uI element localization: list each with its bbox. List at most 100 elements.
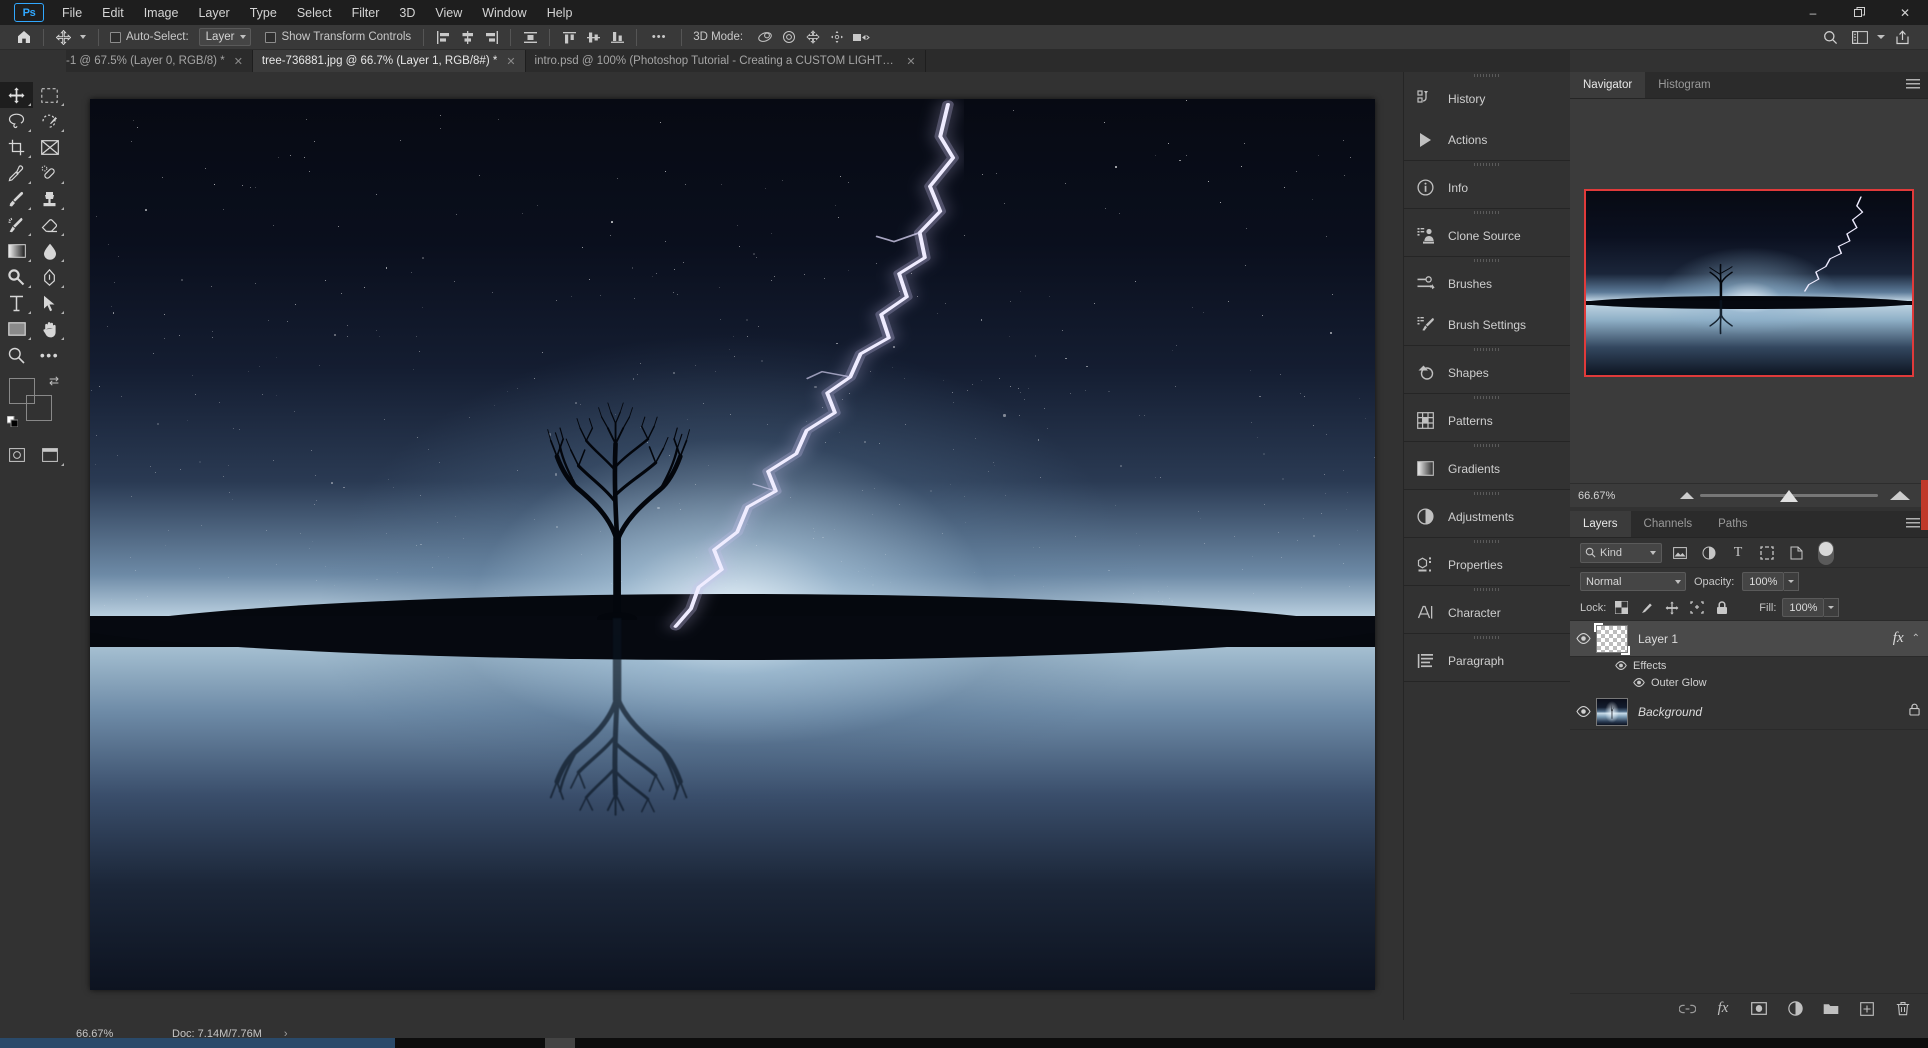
zoom-3d-camera-icon[interactable] xyxy=(849,27,873,48)
hand-tool[interactable] xyxy=(33,316,66,342)
chevron-up-icon[interactable]: ⌃ xyxy=(1912,633,1920,644)
lock-all-icon[interactable] xyxy=(1712,598,1731,617)
menu-file[interactable]: File xyxy=(52,2,92,24)
roll-3d-icon[interactable] xyxy=(777,27,801,48)
maximize-restore-button[interactable] xyxy=(1836,0,1882,25)
screen-mode-icon[interactable] xyxy=(33,442,66,468)
filter-enable-toggle[interactable] xyxy=(1818,540,1834,565)
auto-select-checkbox[interactable] xyxy=(110,31,121,43)
move-tool[interactable] xyxy=(0,82,33,108)
panel-menu-icon[interactable] xyxy=(1906,518,1920,530)
close-icon[interactable]: ✕ xyxy=(234,55,243,68)
history-brush-tool[interactable] xyxy=(0,212,33,238)
lock-transparent-pixels-icon[interactable] xyxy=(1612,598,1631,617)
dock-item-history[interactable]: History xyxy=(1404,78,1570,119)
dodge-tool[interactable] xyxy=(0,264,33,290)
taskbar-active-app[interactable] xyxy=(0,1038,395,1048)
dock-item-actions[interactable]: Actions xyxy=(1404,119,1570,160)
show-transform-checkbox[interactable] xyxy=(265,31,277,43)
lock-position-icon[interactable] xyxy=(1662,598,1681,617)
document-tab[interactable]: intro.psd @ 100% (Photoshop Tutorial - C… xyxy=(525,50,926,72)
eraser-tool[interactable] xyxy=(33,212,66,238)
menu-3d[interactable]: 3D xyxy=(389,2,425,24)
layer-effects-group[interactable]: Effects xyxy=(1570,657,1928,674)
foreground-color-swatch[interactable] xyxy=(9,378,35,404)
layer-thumbnail[interactable] xyxy=(1594,622,1630,655)
menu-type[interactable]: Type xyxy=(240,2,287,24)
tab-histogram[interactable]: Histogram xyxy=(1645,72,1724,98)
dock-item-patterns[interactable]: Patterns xyxy=(1404,400,1570,441)
tool-preset-chevron-icon[interactable] xyxy=(75,27,91,48)
panel-drag-grip[interactable] xyxy=(1474,74,1500,77)
menu-image[interactable]: Image xyxy=(134,2,189,24)
tab-layers[interactable]: Layers xyxy=(1570,511,1631,537)
delete-layer-icon[interactable] xyxy=(1894,1000,1912,1018)
new-layer-icon[interactable] xyxy=(1858,1000,1876,1018)
minimize-button[interactable]: – xyxy=(1790,0,1836,25)
swap-colors-icon[interactable]: ⇄ xyxy=(49,374,59,388)
fill-slider-chevron-icon[interactable] xyxy=(1824,598,1840,617)
object-selection-tool[interactable] xyxy=(33,108,66,134)
clone-stamp-tool[interactable] xyxy=(33,186,66,212)
taskbar-app[interactable] xyxy=(545,1038,575,1048)
zoom-out-triangle-icon[interactable] xyxy=(1680,492,1694,499)
tab-navigator[interactable]: Navigator xyxy=(1570,72,1646,98)
eyedropper-tool[interactable] xyxy=(0,160,33,186)
workspace-icon[interactable] xyxy=(1848,27,1872,48)
search-icon[interactable] xyxy=(1818,27,1842,48)
menu-filter[interactable]: Filter xyxy=(342,2,390,24)
document-canvas[interactable] xyxy=(90,99,1375,990)
slide-3d-icon[interactable] xyxy=(825,27,849,48)
pan-3d-icon[interactable] xyxy=(801,27,825,48)
gradient-tool[interactable] xyxy=(0,238,33,264)
panel-drag-grip[interactable] xyxy=(1474,211,1500,214)
align-right-icon[interactable] xyxy=(479,27,503,48)
zoom-tool[interactable] xyxy=(0,342,33,368)
dock-item-brushes[interactable]: Brushes xyxy=(1404,263,1570,304)
effects-visibility-toggle[interactable] xyxy=(1614,660,1628,671)
close-button[interactable]: ✕ xyxy=(1882,0,1928,25)
dock-item-brush-settings[interactable]: Brush Settings xyxy=(1404,304,1570,345)
layer-visibility-toggle[interactable] xyxy=(1570,633,1596,644)
opacity-slider-chevron-icon[interactable] xyxy=(1784,572,1800,591)
align-middle-vertical-icon[interactable] xyxy=(581,27,605,48)
layer-row[interactable]: Layer 1 fx ⌃ xyxy=(1570,621,1928,657)
pixel-layer-filter-icon[interactable] xyxy=(1669,543,1691,563)
lasso-tool[interactable] xyxy=(0,108,33,134)
auto-select-scope-dropdown[interactable]: Layer xyxy=(198,28,252,46)
menu-help[interactable]: Help xyxy=(537,2,583,24)
close-icon[interactable]: ✕ xyxy=(506,55,515,68)
align-left-icon[interactable] xyxy=(431,27,455,48)
add-layer-style-icon[interactable]: fx xyxy=(1714,1000,1732,1018)
add-layer-mask-icon[interactable] xyxy=(1750,1000,1768,1018)
dock-item-gradients[interactable]: Gradients xyxy=(1404,448,1570,489)
panel-drag-grip[interactable] xyxy=(1474,444,1500,447)
panel-drag-grip[interactable] xyxy=(1474,259,1500,262)
distribute-horizontal-icon[interactable] xyxy=(518,27,542,48)
navigator-zoom-slider[interactable] xyxy=(1632,484,1928,508)
panel-drag-grip[interactable] xyxy=(1474,396,1500,399)
dock-item-paragraph[interactable]: Paragraph xyxy=(1404,640,1570,681)
align-bottom-icon[interactable] xyxy=(605,27,629,48)
new-group-icon[interactable] xyxy=(1822,1000,1840,1018)
navigator-thumbnail[interactable] xyxy=(1584,189,1914,377)
dock-item-adjustments[interactable]: Adjustments xyxy=(1404,496,1570,537)
layer-row[interactable]: Background xyxy=(1570,694,1928,730)
fill-value[interactable]: 100% xyxy=(1782,598,1825,617)
dock-item-shapes[interactable]: Shapes xyxy=(1404,352,1570,393)
lock-artboard-nesting-icon[interactable] xyxy=(1687,598,1706,617)
menu-edit[interactable]: Edit xyxy=(92,2,134,24)
share-icon[interactable] xyxy=(1890,27,1914,48)
dock-item-character[interactable]: Character xyxy=(1404,592,1570,633)
panel-drag-grip[interactable] xyxy=(1474,492,1500,495)
blur-tool[interactable] xyxy=(33,238,66,264)
panel-drag-grip[interactable] xyxy=(1474,636,1500,639)
menu-window[interactable]: Window xyxy=(472,2,536,24)
layer-thumbnail[interactable] xyxy=(1596,697,1628,726)
path-selection-tool[interactable] xyxy=(33,290,66,316)
opacity-value[interactable]: 100% xyxy=(1742,572,1785,591)
canvas-area[interactable] xyxy=(66,72,1403,1020)
filter-kind-dropdown[interactable]: Kind xyxy=(1580,542,1662,563)
orbit-3d-icon[interactable] xyxy=(753,27,777,48)
menu-layer[interactable]: Layer xyxy=(188,2,239,24)
